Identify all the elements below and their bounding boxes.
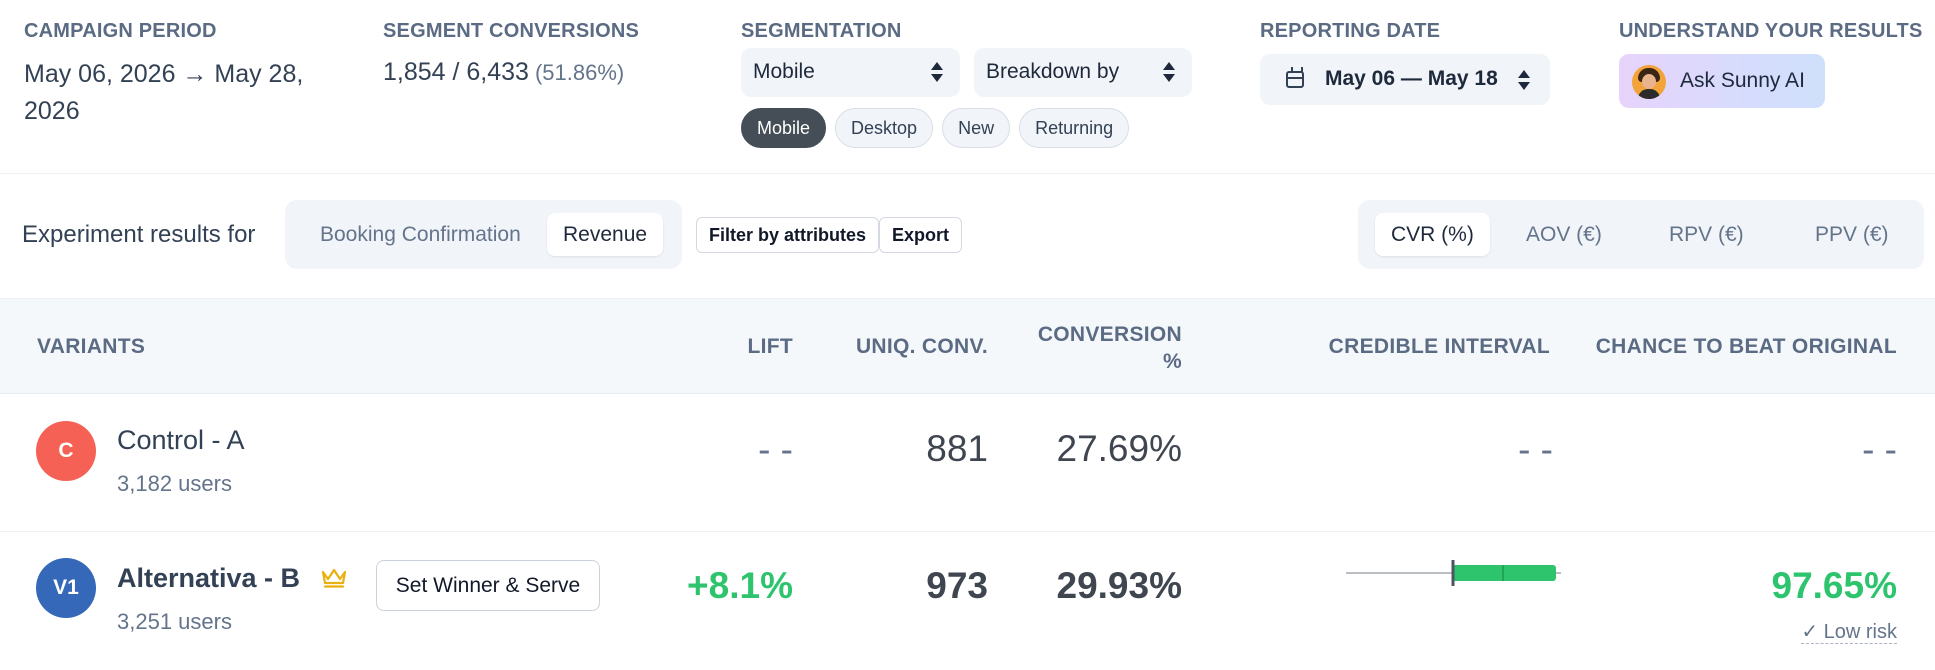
header-variants: VARIANTS — [37, 335, 146, 358]
segment-select-value: Mobile — [753, 60, 815, 83]
interval-bar — [1452, 565, 1556, 581]
variant-name: Control - A — [117, 425, 245, 455]
conversion-value: 27.69% — [1056, 428, 1183, 469]
sunny-avatar-icon — [1632, 65, 1666, 99]
lift-value: +8.1% — [687, 565, 793, 606]
header-credible-interval: CREDIBLE INTERVAL — [1328, 335, 1550, 358]
metric-tabs: CVR (%) AOV (€) RPV (€) PPV (€) — [1358, 200, 1924, 269]
variant-badge: V1 — [36, 558, 96, 618]
segment-conversions-count: 1,854 / 6,433 — [383, 58, 529, 86]
chip-mobile[interactable]: Mobile — [741, 108, 827, 148]
low-risk-indicator[interactable]: ✓ Low risk — [1801, 621, 1897, 644]
header-conversion-line1: CONVERSION — [1037, 323, 1182, 346]
uniq-conv-value: 973 — [926, 565, 988, 606]
breakdown-select[interactable]: Breakdown by — [974, 48, 1192, 97]
tab-booking-confirmation[interactable]: Booking Confirmation — [304, 213, 537, 256]
variant-users: 3,251 users — [117, 609, 232, 634]
variant-name: Alternativa - B — [117, 563, 301, 593]
tab-rpv[interactable]: RPV (€) — [1653, 213, 1760, 256]
ask-sunny-ai-label: Ask Sunny AI — [1680, 69, 1805, 92]
breakdown-select-value: Breakdown by — [986, 60, 1120, 83]
segment-chips: Mobile Desktop New Returning — [741, 108, 1130, 148]
segment-conversions-value: 1,854 / 6,433 (51.86%) — [383, 58, 624, 87]
chip-new[interactable]: New — [942, 108, 1011, 148]
select-arrows-icon — [1162, 61, 1176, 83]
results-for-label: Experiment results for — [22, 221, 256, 248]
segment-conversions-label: SEGMENT CONVERSIONS — [383, 20, 640, 42]
export-button[interactable]: Export — [879, 217, 963, 253]
credible-interval-chart — [1346, 560, 1561, 586]
segmentation-label: SEGMENTATION — [741, 20, 902, 42]
set-winner-serve-button[interactable]: Set Winner & Serve — [376, 560, 600, 611]
segment-conversions-percent: (51.86%) — [534, 60, 625, 85]
calendar-icon — [1286, 67, 1304, 88]
tab-aov[interactable]: AOV (€) — [1510, 213, 1618, 256]
tab-revenue[interactable]: Revenue — [547, 213, 664, 256]
ai-section-label: UNDERSTAND YOUR RESULTS — [1619, 20, 1923, 42]
chance-value: - - — [1862, 429, 1897, 470]
credible-interval-value: - - — [1518, 429, 1553, 470]
variant-users: 3,182 users — [117, 471, 232, 496]
crown-icon — [321, 568, 347, 588]
reporting-date-value: May 06 — May 18 — [1325, 67, 1498, 90]
variant-badge: C — [36, 421, 96, 481]
filter-by-attributes-button[interactable]: Filter by attributes — [696, 217, 880, 253]
chance-value: 97.65% — [1771, 565, 1898, 606]
select-arrows-icon — [930, 61, 944, 83]
tab-ppv[interactable]: PPV (€) — [1799, 213, 1905, 256]
select-arrows-icon — [1517, 69, 1531, 91]
header-uniq-conv: UNIQ. CONV. — [855, 335, 988, 358]
segment-select[interactable]: Mobile — [741, 48, 960, 97]
lift-value: - - — [758, 429, 793, 470]
reporting-date-label: REPORTING DATE — [1260, 20, 1441, 42]
campaign-period-value: May 06, 2026 → May 28, 2026 — [24, 60, 304, 125]
chip-desktop[interactable]: Desktop — [835, 108, 934, 148]
header-lift: LIFT — [747, 335, 793, 358]
ask-sunny-ai-button[interactable]: Ask Sunny AI — [1619, 54, 1825, 108]
conversion-value: 29.93% — [1056, 565, 1183, 606]
header-conversion-line2: % — [1163, 350, 1182, 373]
summary-bar: CAMPAIGN PERIOD May 06, 2026 → May 28, 2… — [0, 0, 1935, 174]
chip-returning[interactable]: Returning — [1019, 108, 1130, 148]
uniq-conv-value: 881 — [926, 428, 988, 469]
reporting-date-picker[interactable]: May 06 — May 18 — [1260, 54, 1550, 105]
header-conversion: CONVERSION % — [1038, 321, 1182, 375]
campaign-period-label: CAMPAIGN PERIOD — [24, 20, 217, 42]
header-chance-to-beat: CHANCE TO BEAT ORIGINAL — [1595, 335, 1897, 358]
tab-cvr[interactable]: CVR (%) — [1375, 213, 1490, 256]
results-table-header: VARIANTS LIFT UNIQ. CONV. CONVERSION % C… — [0, 298, 1935, 394]
goal-tabs: Booking Confirmation Revenue — [285, 200, 682, 269]
